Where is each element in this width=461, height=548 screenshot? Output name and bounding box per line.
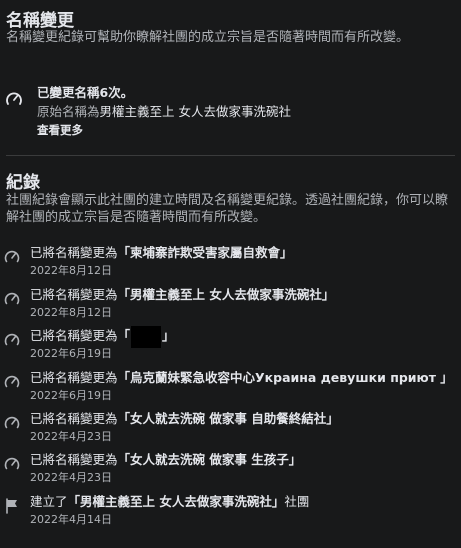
history-entry-date: 2022年6月19日: [30, 389, 112, 402]
history-entry-prefix: 已將名稱變更為: [30, 452, 118, 467]
redaction-box: [131, 325, 162, 348]
history-entry-prefix: 已將名稱變更為: [30, 370, 118, 385]
rename-section-title: 名稱變更: [6, 11, 74, 31]
rename-section-description: 名稱變更紀錄可幫助你瞭解社團的成立宗旨是否隨著時間而有所改變。: [6, 30, 410, 45]
rename-icon: [4, 333, 20, 346]
history-entry-text: 已將名稱變更為「柬埔寨詐欺受害家屬自救會」: [30, 242, 293, 261]
history-entry-prefix: 建立了: [30, 494, 68, 509]
history-entry-date: 2022年4月23日: [30, 471, 112, 484]
history-entry-name: 「男權主義至上 女人去做家事洗碗社」: [117, 287, 335, 302]
history-entry-name: 「柬埔寨詐欺受害家屬自救會」: [117, 245, 293, 260]
history-entry-text: 已將名稱變更為「男權主義至上 女人去做家事洗碗社」: [30, 284, 334, 303]
see-more-link[interactable]: 查看更多: [37, 122, 83, 138]
history-entry-prefix: 已將名稱變更為: [30, 411, 118, 426]
original-name: 男權主義至上 女人去做家事洗碗社: [99, 104, 291, 119]
history-section-description: 社團紀錄會顯示此社團的建立時間及名稱變更紀錄。透過社團紀錄，你可以瞭解社團的成立…: [6, 193, 449, 225]
section-divider: [6, 155, 455, 156]
history-entry-date: 2022年4月14日: [30, 513, 112, 526]
history-entry-text: 已將名稱變更為「女人就去洗碗 做家事 生孩子」: [30, 449, 301, 468]
group-history-panel: 名稱變更 名稱變更紀錄可幫助你瞭解社團的成立宗旨是否隨著時間而有所改變。 已變更…: [0, 0, 461, 548]
history-entry-name: 「女人就去洗碗 做家事 生孩子」: [117, 452, 302, 467]
rename-icon: [4, 375, 20, 388]
history-entry-text: 建立了「男權主義至上 女人去做家事洗碗社」社團: [30, 491, 309, 510]
history-entry-text: 已將名稱變更為「女人就去洗碗 做家事 自助餐終結社」: [30, 408, 339, 427]
flag-icon: [6, 498, 17, 514]
rename-icon: [4, 457, 20, 470]
history-entry-text: 已將名稱變更為「烏克蘭妹緊急收容中心Украина девушки приют …: [30, 367, 453, 386]
history-entry-prefix: 已將名稱變更為: [30, 328, 118, 343]
rename-icon: [4, 292, 20, 305]
history-entry-name: 「女人就去洗碗 做家事 自助餐終結社」: [117, 411, 339, 426]
original-name-line: 原始名稱為男權主義至上 女人去做家事洗碗社: [37, 101, 291, 120]
history-entry-date: 2022年4月23日: [30, 430, 112, 443]
rename-icon: [4, 250, 20, 263]
history-entry-date: 2022年8月12日: [30, 306, 112, 319]
original-name-prefix: 原始名稱為: [37, 104, 100, 119]
rename-summary: 已變更名稱6次。: [37, 85, 134, 100]
rename-icon: [6, 92, 22, 105]
history-entry-suffix: 社團: [284, 494, 310, 509]
history-entry-name: 「烏克蘭妹緊急收容中心Украина девушки приют 」: [117, 370, 453, 385]
history-entry-name: 「」: [118, 325, 175, 348]
history-entry-name: 「男權主義至上 女人去做家事洗碗社」: [67, 494, 285, 509]
history-entry-date: 2022年6月19日: [30, 347, 112, 360]
history-entry-prefix: 已將名稱變更為: [30, 287, 118, 302]
rename-icon: [4, 416, 20, 429]
history-entry-prefix: 已將名稱變更為: [30, 245, 118, 260]
history-entry-date: 2022年8月12日: [30, 264, 112, 277]
history-section-title: 紀錄: [6, 173, 40, 193]
